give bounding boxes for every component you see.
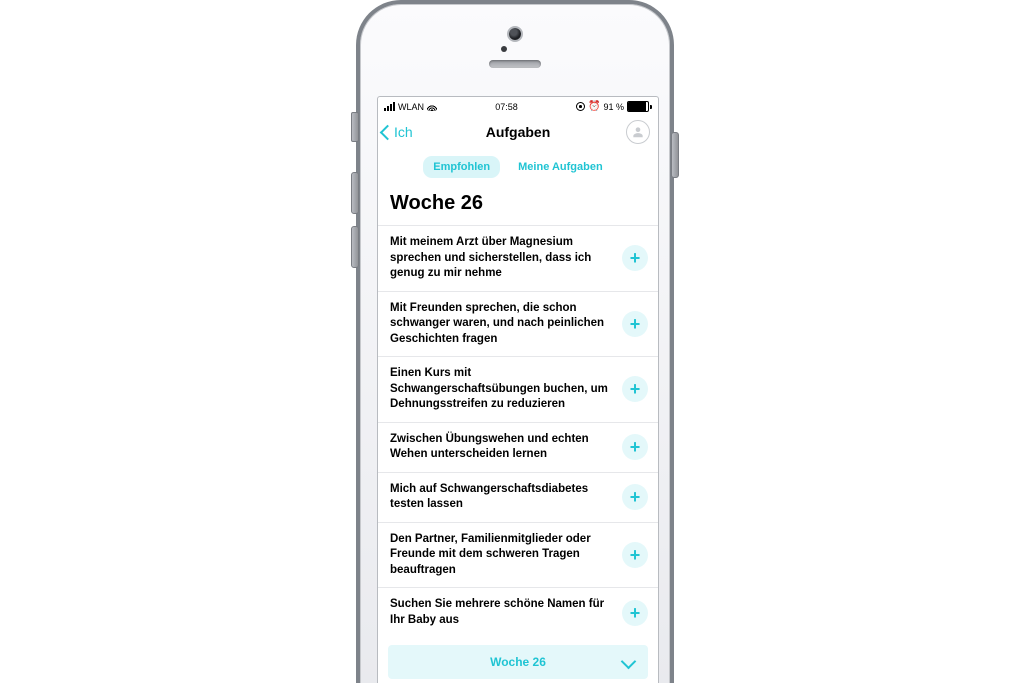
plus-icon: +: [630, 249, 641, 267]
plus-icon: +: [630, 604, 641, 622]
task-row[interactable]: Den Partner, Familienmitglieder oder Fre…: [378, 522, 658, 588]
add-task-button[interactable]: +: [622, 434, 648, 460]
plus-icon: +: [630, 488, 641, 506]
status-bar: WLAN 07:58 ⏰ 91 %: [378, 97, 658, 115]
phone-frame: WLAN 07:58 ⏰ 91 % Ich: [356, 0, 681, 683]
mute-switch: [351, 112, 359, 142]
task-text: Einen Kurs mit Schwangerschaftsübungen b…: [390, 366, 612, 413]
add-task-button[interactable]: +: [622, 376, 648, 402]
task-row[interactable]: Einen Kurs mit Schwangerschaftsübungen b…: [378, 356, 658, 422]
tab-my-tasks[interactable]: Meine Aufgaben: [508, 156, 613, 178]
screen: WLAN 07:58 ⏰ 91 % Ich: [377, 96, 659, 683]
user-icon: [631, 125, 645, 139]
plus-icon: +: [630, 315, 641, 333]
back-label: Ich: [394, 124, 413, 140]
task-text: Mich auf Schwangerschaftsdiabetes testen…: [390, 482, 612, 513]
plus-icon: +: [630, 546, 641, 564]
back-button[interactable]: Ich: [382, 115, 413, 149]
add-task-button[interactable]: +: [622, 311, 648, 337]
volume-up-button: [351, 172, 359, 214]
task-row[interactable]: Zwischen Übungswehen und echten Wehen un…: [378, 422, 658, 472]
plus-icon: +: [630, 380, 641, 398]
phone-body: WLAN 07:58 ⏰ 91 % Ich: [356, 0, 674, 683]
profile-button[interactable]: [626, 120, 650, 144]
task-text: Mit meinem Arzt über Magnesium sprechen …: [390, 235, 612, 282]
location-icon: [576, 102, 585, 111]
task-text: Zwischen Übungswehen und echten Wehen un…: [390, 432, 612, 463]
cell-signal-icon: [384, 102, 395, 111]
segmented-tabs: Empfohlen Meine Aufgaben: [378, 150, 658, 188]
chevron-down-icon: [621, 654, 637, 670]
task-text: Suchen Sie mehrere schöne Namen für Ihr …: [390, 597, 612, 628]
battery-icon: [627, 101, 652, 112]
battery-percent: 91 %: [603, 102, 624, 112]
task-row[interactable]: Mit meinem Arzt über Magnesium sprechen …: [378, 225, 658, 291]
tab-recommended[interactable]: Empfohlen: [423, 156, 500, 178]
power-button: [671, 132, 679, 178]
task-list: Mit meinem Arzt über Magnesium sprechen …: [378, 225, 658, 637]
add-task-button[interactable]: +: [622, 600, 648, 626]
task-row[interactable]: Mit Freunden sprechen, die schon schwang…: [378, 291, 658, 357]
alarm-icon: ⏰: [588, 102, 600, 112]
plus-icon: +: [630, 438, 641, 456]
add-task-button[interactable]: +: [622, 484, 648, 510]
front-camera: [509, 28, 521, 40]
proximity-sensor: [501, 46, 507, 52]
earpiece-speaker: [489, 60, 541, 68]
task-row[interactable]: Suchen Sie mehrere schöne Namen für Ihr …: [378, 587, 658, 637]
nav-bar: Ich Aufgaben: [378, 115, 658, 150]
task-row[interactable]: Mich auf Schwangerschaftsdiabetes testen…: [378, 472, 658, 522]
add-task-button[interactable]: +: [622, 245, 648, 271]
week-selector[interactable]: Woche 26: [388, 645, 648, 679]
carrier-label: WLAN: [398, 102, 424, 112]
chevron-left-icon: [380, 124, 396, 140]
wifi-icon: [427, 103, 437, 111]
add-task-button[interactable]: +: [622, 542, 648, 568]
section-heading: Woche 26: [378, 188, 658, 225]
task-text: Den Partner, Familienmitglieder oder Fre…: [390, 532, 612, 579]
volume-down-button: [351, 226, 359, 268]
page-title: Aufgaben: [486, 124, 551, 140]
week-selector-label: Woche 26: [490, 655, 546, 669]
status-time: 07:58: [495, 102, 518, 112]
task-text: Mit Freunden sprechen, die schon schwang…: [390, 301, 612, 348]
